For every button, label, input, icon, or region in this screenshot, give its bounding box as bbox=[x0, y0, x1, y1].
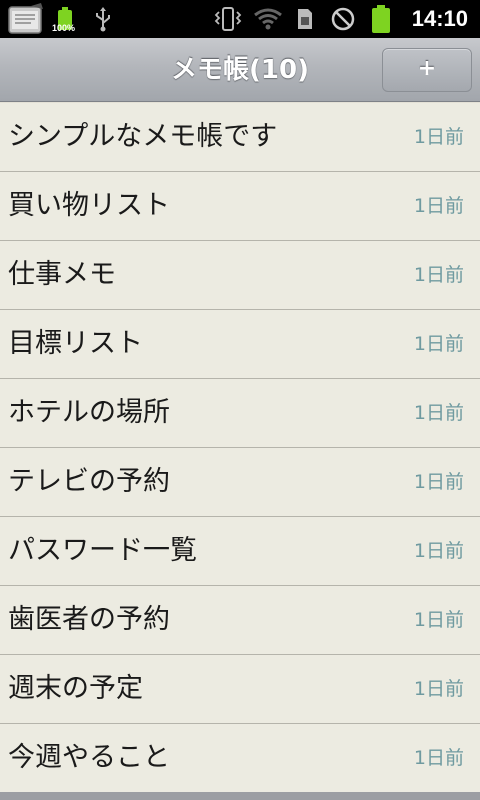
status-bar: 100% 14:10 bbox=[0, 0, 480, 38]
list-item[interactable]: 仕事メモ 1日前 bbox=[0, 241, 480, 310]
memo-title: シンプルなメモ帳です bbox=[8, 121, 278, 152]
memo-date: 1日前 bbox=[413, 195, 464, 217]
memo-date: 1日前 bbox=[413, 264, 464, 286]
list-item[interactable]: 週末の予定 1日前 bbox=[0, 655, 480, 724]
memo-title: 週末の予定 bbox=[8, 673, 143, 704]
memo-title: テレビの予約 bbox=[8, 466, 170, 497]
list-item[interactable]: 目標リスト 1日前 bbox=[0, 310, 480, 379]
memo-date: 1日前 bbox=[413, 471, 464, 493]
list-item[interactable]: 買い物リスト 1日前 bbox=[0, 172, 480, 241]
add-memo-button[interactable]: + bbox=[382, 48, 472, 92]
title-bar: メモ帳(10) + bbox=[0, 38, 480, 102]
memo-title: 買い物リスト bbox=[8, 190, 170, 221]
clock: 14:10 bbox=[411, 6, 468, 31]
memo-date: 1日前 bbox=[413, 747, 464, 769]
usb-icon bbox=[92, 0, 114, 38]
sim-icon bbox=[294, 0, 316, 38]
list-item[interactable]: 今週やること 1日前 bbox=[0, 724, 480, 793]
list-item[interactable]: ホテルの場所 1日前 bbox=[0, 379, 480, 448]
list-item[interactable]: パスワード一覧 1日前 bbox=[0, 517, 480, 586]
memo-title: 今週やること bbox=[8, 742, 170, 773]
sd-card-icon[interactable] bbox=[6, 0, 46, 38]
memo-title: パスワード一覧 bbox=[8, 535, 197, 566]
memo-title: 仕事メモ bbox=[8, 259, 116, 290]
memo-date: 1日前 bbox=[413, 678, 464, 700]
memo-date: 1日前 bbox=[413, 333, 464, 355]
vibrate-icon bbox=[212, 0, 244, 38]
battery-icon bbox=[368, 0, 394, 38]
list-item[interactable]: 歯医者の予約 1日前 bbox=[0, 586, 480, 655]
memo-date: 1日前 bbox=[413, 126, 464, 148]
memo-date: 1日前 bbox=[413, 540, 464, 562]
battery-percent-label: 100% bbox=[52, 23, 76, 33]
wifi-icon bbox=[252, 0, 284, 38]
memo-title: 目標リスト bbox=[8, 328, 143, 359]
memo-date: 1日前 bbox=[413, 402, 464, 424]
list-item[interactable]: テレビの予約 1日前 bbox=[0, 448, 480, 517]
bottom-divider bbox=[0, 792, 480, 800]
list-item[interactable]: シンプルなメモ帳です 1日前 bbox=[0, 103, 480, 172]
memo-title: 歯医者の予約 bbox=[8, 604, 170, 635]
memo-title: ホテルの場所 bbox=[8, 397, 170, 428]
memo-date: 1日前 bbox=[413, 609, 464, 631]
memo-list: シンプルなメモ帳です 1日前 買い物リスト 1日前 仕事メモ 1日前 目標リスト 1日前 ホテル… bbox=[0, 103, 480, 793]
no-signal-icon bbox=[328, 0, 358, 38]
